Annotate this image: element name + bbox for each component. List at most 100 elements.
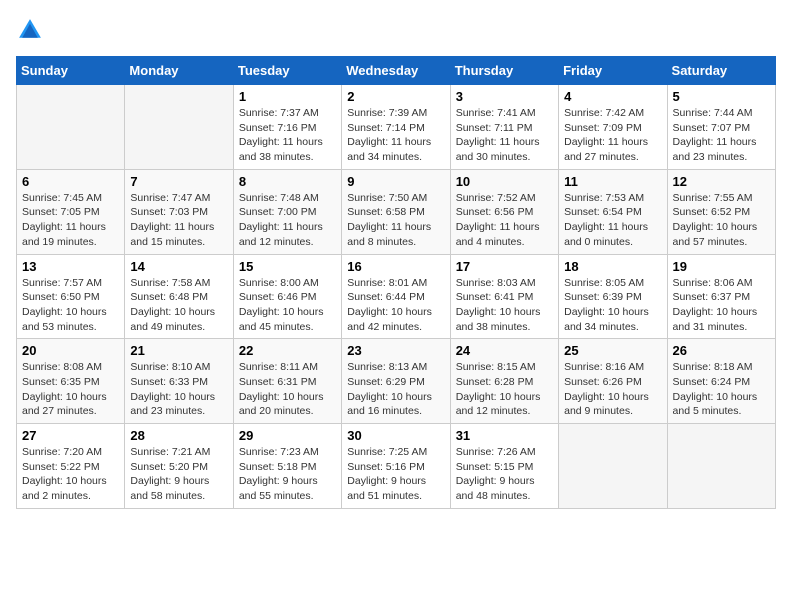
day-cell: 18 Sunrise: 8:05 AMSunset: 6:39 PMDayligh… [559,254,667,339]
day-info: Sunrise: 8:00 AMSunset: 6:46 PMDaylight:… [239,276,336,335]
day-info: Sunrise: 8:13 AMSunset: 6:29 PMDaylight:… [347,360,444,419]
day-info: Sunrise: 8:16 AMSunset: 6:26 PMDaylight:… [564,360,661,419]
day-number: 18 [564,259,661,274]
day-info: Sunrise: 7:37 AMSunset: 7:16 PMDaylight:… [239,106,336,165]
day-number: 17 [456,259,553,274]
day-info: Sunrise: 8:05 AMSunset: 6:39 PMDaylight:… [564,276,661,335]
day-info: Sunrise: 7:23 AMSunset: 5:18 PMDaylight:… [239,445,336,504]
day-info: Sunrise: 7:26 AMSunset: 5:15 PMDaylight:… [456,445,553,504]
day-cell: 16Sunrise: 8:01 AMSunset: 6:44 PMDayligh… [342,254,450,339]
day-number: 9 [347,174,444,189]
day-info: Sunrise: 8:18 AMSunset: 6:24 PMDaylight:… [673,360,770,419]
day-cell [559,424,667,509]
day-info: Sunrise: 8:06 AMSunset: 6:37 PMDaylight:… [673,276,770,335]
day-cell: 7 Sunrise: 7:47 AMSunset: 7:03 PMDaylight… [125,169,233,254]
day-cell: 21 Sunrise: 8:10 AMSunset: 6:33 PMDayligh… [125,339,233,424]
day-info: Sunrise: 7:53 AMSunset: 6:54 PMDaylight:… [564,191,661,250]
day-number: 14 [130,259,227,274]
day-number: 7 [130,174,227,189]
day-cell: 13Sunrise: 7:57 AMSunset: 6:50 PMDayligh… [17,254,125,339]
header-cell-wednesday: Wednesday [342,57,450,85]
day-info: Sunrise: 7:25 AMSunset: 5:16 PMDaylight:… [347,445,444,504]
day-number: 6 [22,174,119,189]
day-info: Sunrise: 7:39 AMSunset: 7:14 PMDaylight:… [347,106,444,165]
day-cell: 24 Sunrise: 8:15 AMSunset: 6:28 PMDayligh… [450,339,558,424]
page-header [16,16,776,44]
day-number: 29 [239,428,336,443]
day-number: 4 [564,89,661,104]
day-cell: 23 Sunrise: 8:13 AMSunset: 6:29 PMDayligh… [342,339,450,424]
day-info: Sunrise: 8:15 AMSunset: 6:28 PMDaylight:… [456,360,553,419]
week-row-5: 27Sunrise: 7:20 AMSunset: 5:22 PMDayligh… [17,424,776,509]
header-cell-saturday: Saturday [667,57,775,85]
day-cell: 25 Sunrise: 8:16 AMSunset: 6:26 PMDayligh… [559,339,667,424]
day-number: 31 [456,428,553,443]
day-cell: 2 Sunrise: 7:39 AMSunset: 7:14 PMDaylight… [342,85,450,170]
day-number: 11 [564,174,661,189]
day-number: 25 [564,343,661,358]
day-info: Sunrise: 8:11 AMSunset: 6:31 PMDaylight:… [239,360,336,419]
header-cell-monday: Monday [125,57,233,85]
day-number: 26 [673,343,770,358]
day-number: 2 [347,89,444,104]
day-info: Sunrise: 7:55 AMSunset: 6:52 PMDaylight:… [673,191,770,250]
day-cell: 4 Sunrise: 7:42 AMSunset: 7:09 PMDaylight… [559,85,667,170]
day-info: Sunrise: 8:10 AMSunset: 6:33 PMDaylight:… [130,360,227,419]
day-cell: 1Sunrise: 7:37 AMSunset: 7:16 PMDaylight… [233,85,341,170]
day-number: 5 [673,89,770,104]
day-cell: 17 Sunrise: 8:03 AMSunset: 6:41 PMDayligh… [450,254,558,339]
day-cell: 14 Sunrise: 7:58 AMSunset: 6:48 PMDayligh… [125,254,233,339]
day-cell: 10 Sunrise: 7:52 AMSunset: 6:56 PMDayligh… [450,169,558,254]
day-number: 19 [673,259,770,274]
day-number: 8 [239,174,336,189]
day-info: Sunrise: 7:41 AMSunset: 7:11 PMDaylight:… [456,106,553,165]
day-info: Sunrise: 7:44 AMSunset: 7:07 PMDaylight:… [673,106,770,165]
header-cell-friday: Friday [559,57,667,85]
day-cell: 15 Sunrise: 8:00 AMSunset: 6:46 PMDayligh… [233,254,341,339]
header-cell-thursday: Thursday [450,57,558,85]
day-number: 21 [130,343,227,358]
day-number: 3 [456,89,553,104]
day-info: Sunrise: 7:58 AMSunset: 6:48 PMDaylight:… [130,276,227,335]
day-info: Sunrise: 7:45 AMSunset: 7:05 PMDaylight:… [22,191,119,250]
day-info: Sunrise: 7:47 AMSunset: 7:03 PMDaylight:… [130,191,227,250]
day-number: 23 [347,343,444,358]
day-cell: 30 Sunrise: 7:25 AMSunset: 5:16 PMDayligh… [342,424,450,509]
day-number: 30 [347,428,444,443]
day-cell: 8 Sunrise: 7:48 AMSunset: 7:00 PMDaylight… [233,169,341,254]
day-cell: 5 Sunrise: 7:44 AMSunset: 7:07 PMDaylight… [667,85,775,170]
week-row-1: 1Sunrise: 7:37 AMSunset: 7:16 PMDaylight… [17,85,776,170]
day-info: Sunrise: 8:01 AMSunset: 6:44 PMDaylight:… [347,276,444,335]
day-cell [667,424,775,509]
logo-icon [16,16,44,44]
day-number: 10 [456,174,553,189]
day-cell: 26 Sunrise: 8:18 AMSunset: 6:24 PMDayligh… [667,339,775,424]
day-info: Sunrise: 7:50 AMSunset: 6:58 PMDaylight:… [347,191,444,250]
day-info: Sunrise: 7:20 AMSunset: 5:22 PMDaylight:… [22,445,119,504]
day-number: 13 [22,259,119,274]
day-info: Sunrise: 7:48 AMSunset: 7:00 PMDaylight:… [239,191,336,250]
week-row-2: 6 Sunrise: 7:45 AMSunset: 7:05 PMDaylight… [17,169,776,254]
day-info: Sunrise: 8:03 AMSunset: 6:41 PMDaylight:… [456,276,553,335]
week-row-3: 13Sunrise: 7:57 AMSunset: 6:50 PMDayligh… [17,254,776,339]
day-number: 28 [130,428,227,443]
calendar-table: SundayMondayTuesdayWednesdayThursdayFrid… [16,56,776,509]
day-cell: 27Sunrise: 7:20 AMSunset: 5:22 PMDayligh… [17,424,125,509]
day-cell: 12 Sunrise: 7:55 AMSunset: 6:52 PMDayligh… [667,169,775,254]
day-cell: 3 Sunrise: 7:41 AMSunset: 7:11 PMDaylight… [450,85,558,170]
calendar-header: SundayMondayTuesdayWednesdayThursdayFrid… [17,57,776,85]
day-number: 12 [673,174,770,189]
day-cell: 20Sunrise: 8:08 AMSunset: 6:35 PMDayligh… [17,339,125,424]
day-cell: 11 Sunrise: 7:53 AMSunset: 6:54 PMDayligh… [559,169,667,254]
day-number: 24 [456,343,553,358]
logo [16,16,48,44]
day-info: Sunrise: 7:42 AMSunset: 7:09 PMDaylight:… [564,106,661,165]
day-info: Sunrise: 8:08 AMSunset: 6:35 PMDaylight:… [22,360,119,419]
day-number: 15 [239,259,336,274]
day-cell: 22Sunrise: 8:11 AMSunset: 6:31 PMDayligh… [233,339,341,424]
day-info: Sunrise: 7:52 AMSunset: 6:56 PMDaylight:… [456,191,553,250]
calendar-body: 1Sunrise: 7:37 AMSunset: 7:16 PMDaylight… [17,85,776,509]
day-cell: 6 Sunrise: 7:45 AMSunset: 7:05 PMDaylight… [17,169,125,254]
day-cell: 9 Sunrise: 7:50 AMSunset: 6:58 PMDaylight… [342,169,450,254]
header-row: SundayMondayTuesdayWednesdayThursdayFrid… [17,57,776,85]
